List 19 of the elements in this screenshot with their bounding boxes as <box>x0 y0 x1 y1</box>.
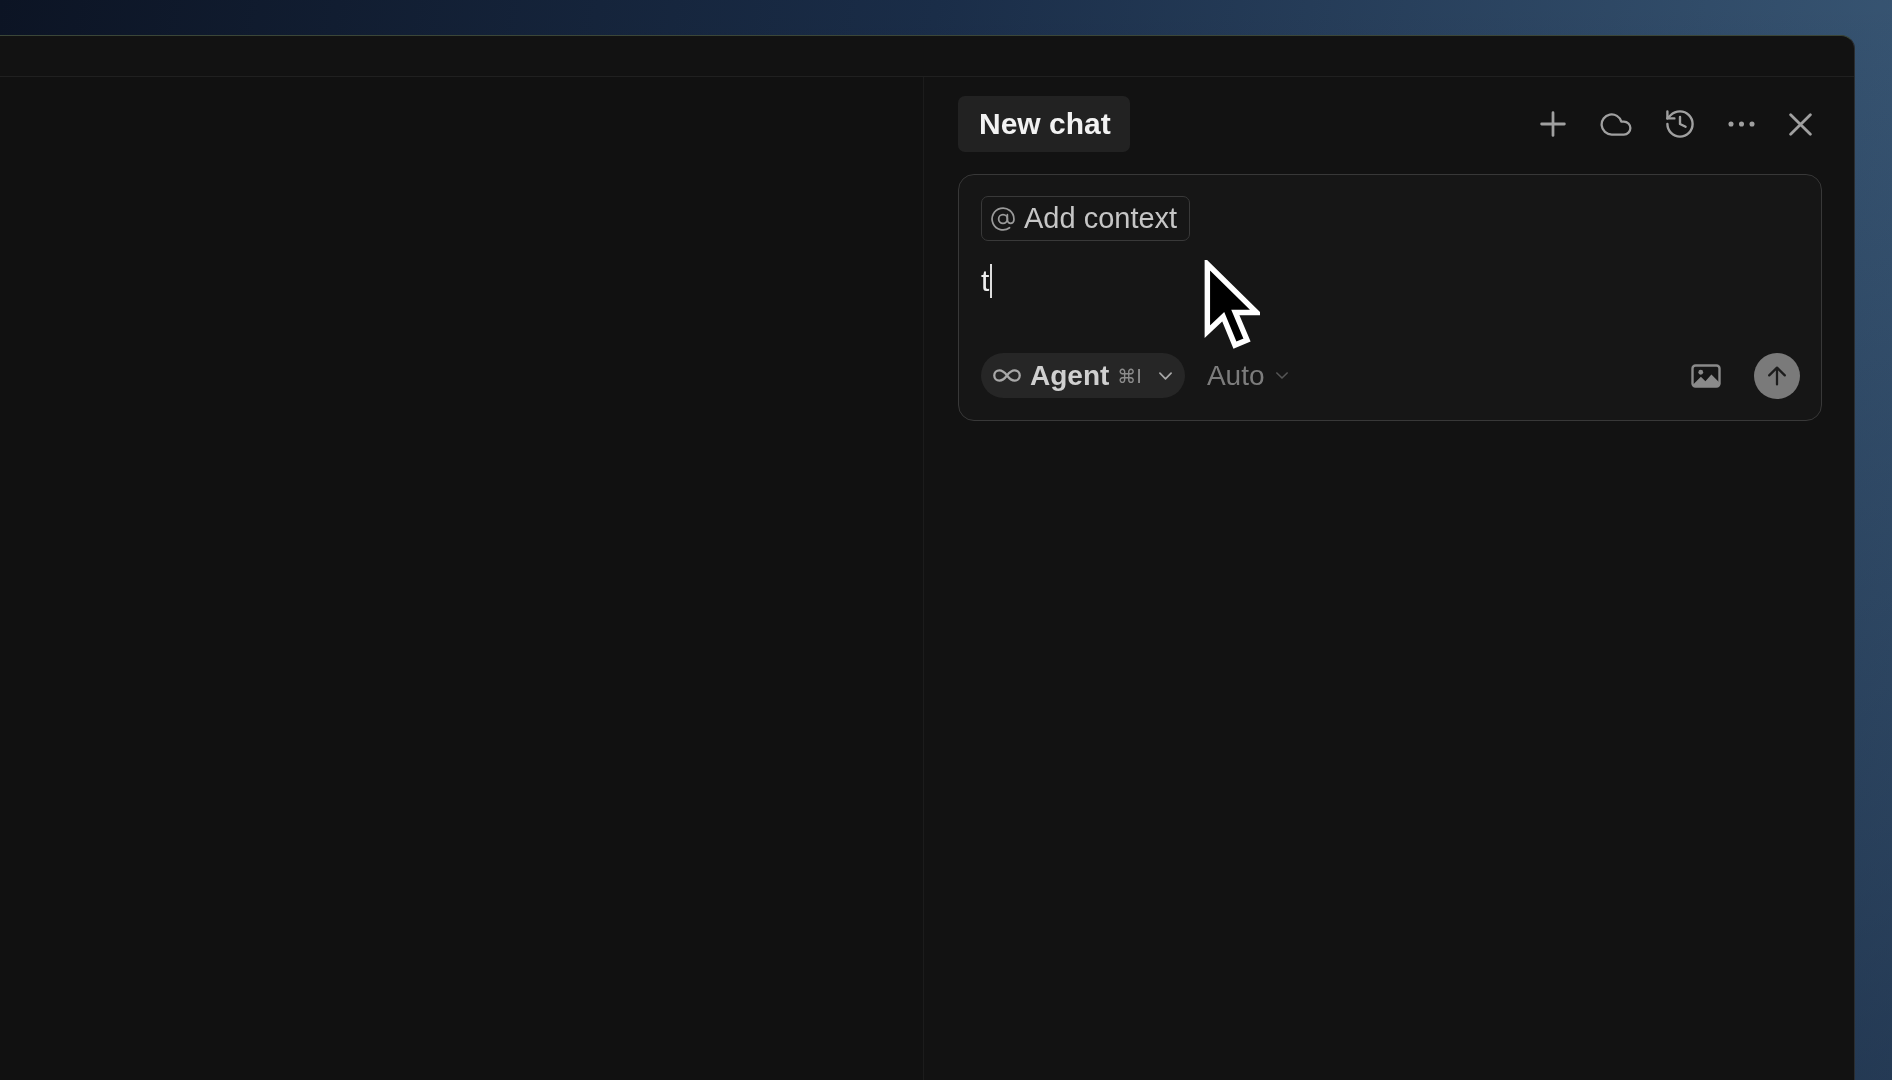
text-caret-icon <box>990 264 993 298</box>
add-context-button[interactable]: Add context <box>981 196 1191 241</box>
send-button[interactable] <box>1754 352 1800 399</box>
more-options-icon[interactable] <box>1728 121 1755 127</box>
mouse-pointer-icon <box>1204 260 1260 350</box>
chat-tab[interactable]: New chat <box>958 96 1130 152</box>
close-icon[interactable] <box>1789 112 1812 136</box>
at-sign-icon <box>991 206 1015 231</box>
mode-dropdown[interactable]: Agent ⌘I <box>981 353 1185 398</box>
history-icon[interactable] <box>1666 110 1694 138</box>
infinity-icon <box>993 369 1021 382</box>
message-input[interactable]: t <box>981 261 1800 301</box>
plus-icon[interactable] <box>1540 111 1566 137</box>
image-icon[interactable] <box>1691 363 1721 388</box>
arrow-up-icon <box>1768 365 1786 386</box>
chevron-down-icon <box>1158 371 1172 380</box>
cloud-icon[interactable] <box>1600 112 1632 136</box>
chevron-down-icon <box>1275 372 1288 379</box>
model-dropdown[interactable]: Auto <box>1206 353 1288 398</box>
